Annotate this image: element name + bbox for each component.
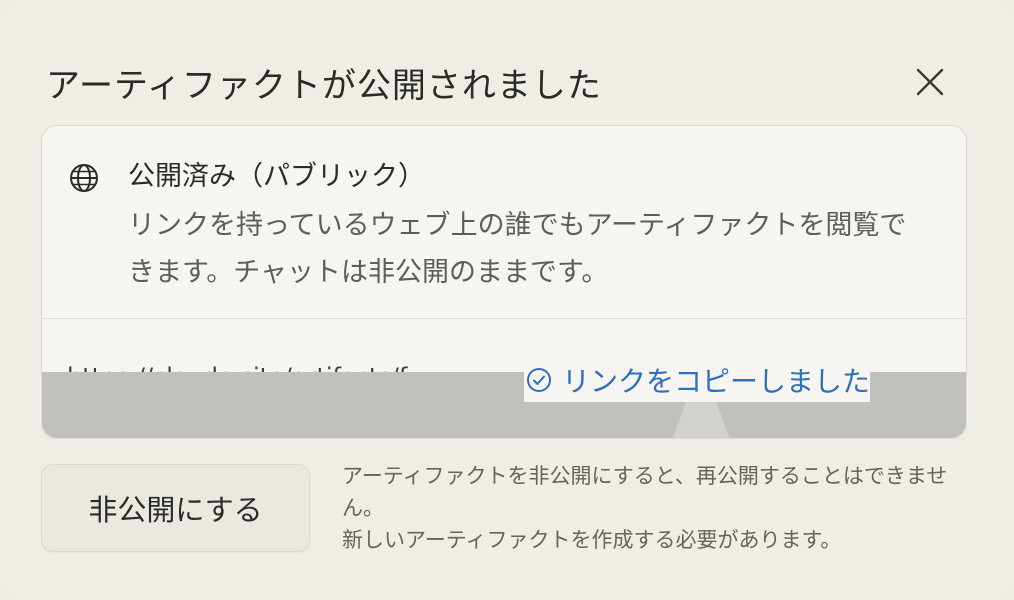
divider: [42, 318, 966, 319]
close-button[interactable]: [906, 58, 954, 106]
status-title: 公開済み（パブリック）: [128, 161, 425, 192]
link-copied-label: リンクをコピーしました: [562, 365, 871, 398]
close-icon: [916, 68, 944, 96]
unpublish-warning: アーティファクトを非公開にすると、再公開することはできません。 新しいアーティフ…: [342, 460, 962, 556]
warning-line-2: 新しいアーティファクトを作成する必要があります。: [342, 528, 842, 552]
publish-dialog: アーティファクトが公開されました 公開済み（パブリック） リンクを持っているウェ…: [0, 0, 1014, 600]
globe-icon: [70, 164, 98, 192]
unpublish-button[interactable]: 非公開にする: [41, 464, 310, 552]
link-copied-indicator[interactable]: リンクをコピーしました: [524, 360, 871, 402]
status-description: リンクを持っているウェブ上の誰でもアーティファクトを閲覧できます。チャットは非公…: [128, 210, 907, 288]
dialog-title: アーティファクトが公開されました: [46, 66, 602, 106]
check-circle-icon: [527, 368, 551, 392]
warning-line-1: アーティファクトを非公開にすると、再公開することはできません。: [342, 464, 948, 520]
publish-status-card: 公開済み（パブリック） リンクを持っているウェブ上の誰でもアーティファクトを閲覧…: [41, 125, 967, 439]
tooltip-pointer: [672, 396, 730, 438]
